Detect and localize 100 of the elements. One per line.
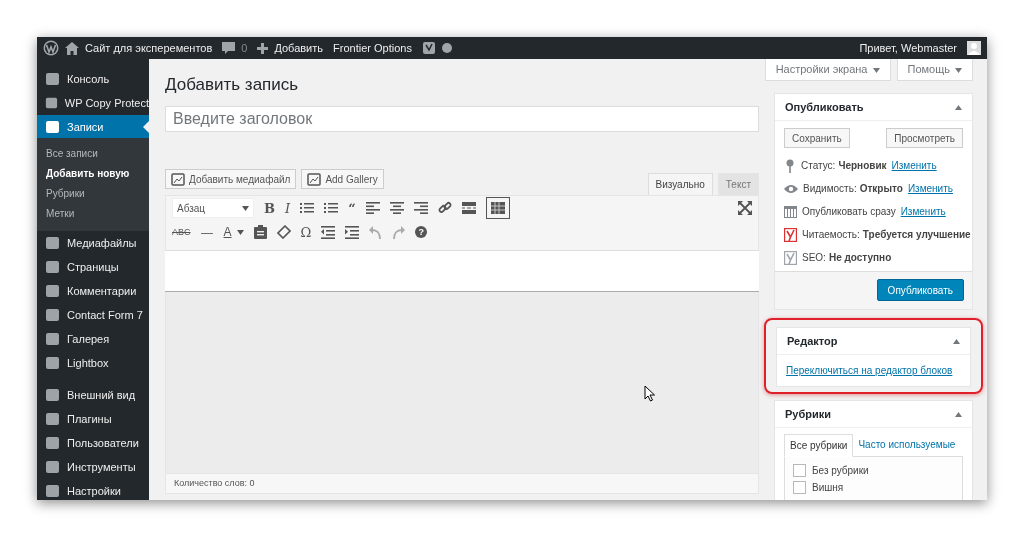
help-button[interactable]: Помощь (896, 59, 973, 81)
checkbox[interactable] (793, 464, 806, 477)
logo-icon[interactable] (43, 40, 59, 56)
greeting-link[interactable]: Привет, Webmaster (859, 42, 957, 54)
toolbar-button[interactable]: “ (348, 200, 356, 216)
eraser-icon[interactable] (276, 225, 291, 239)
sidebar-item[interactable]: Галерея (37, 327, 149, 351)
edit-link[interactable]: Изменить (900, 206, 946, 217)
menu-square-icon (45, 332, 61, 346)
plus-icon[interactable] (257, 42, 269, 54)
link-icon[interactable] (437, 201, 452, 215)
indent-icon[interactable] (345, 225, 360, 239)
status-text: SEO: Не доступно (802, 252, 892, 263)
sidebar-item[interactable]: Записи (37, 115, 149, 138)
speech-bubble-icon[interactable] (222, 41, 236, 55)
read-more-icon[interactable] (461, 202, 476, 214)
submenu-item[interactable]: Все записи (37, 144, 149, 164)
image-icon (307, 172, 322, 186)
image-icon (171, 172, 185, 186)
toolbar-button[interactable]: I (285, 200, 291, 216)
collapse-toggle-icon[interactable] (955, 104, 962, 110)
status-text: Читаемость: Требуется улучшение (802, 229, 971, 240)
panel-title: Редактор (787, 335, 838, 347)
numbered-list-icon[interactable] (324, 202, 339, 214)
editor-tab[interactable]: Текст (717, 173, 759, 195)
sidebar-item[interactable]: Инструменты (37, 455, 149, 479)
strikethrough-button[interactable]: ABC (172, 227, 191, 237)
edit-link[interactable]: Изменить (907, 183, 953, 194)
caret-icon (242, 205, 249, 211)
toolbar-toggle-icon[interactable] (485, 197, 510, 219)
menu-square-icon (45, 484, 61, 498)
sidebar-item[interactable]: Страницы (37, 255, 149, 279)
align-icon[interactable] (365, 202, 380, 214)
comment-count: 0 (241, 42, 248, 54)
status-text: Видимость: Открыто (803, 183, 903, 194)
category-label: Вишня (812, 482, 844, 493)
submenu-item[interactable]: Метки (37, 204, 149, 224)
caret-icon (955, 67, 962, 73)
menu-square-icon (45, 436, 61, 450)
eye-icon (784, 183, 798, 194)
sidebar-item[interactable]: Медиафайлы (37, 231, 149, 255)
category-label: Без рубрики (812, 465, 869, 476)
outdent-icon[interactable] (321, 225, 336, 239)
sidebar-item[interactable]: Contact Form 7 (37, 303, 149, 327)
caret-icon (236, 230, 244, 236)
clipboard-icon[interactable] (253, 225, 267, 239)
menu-square-icon (45, 412, 61, 426)
align-icon[interactable] (413, 202, 428, 214)
new-link[interactable]: Добавить (274, 42, 323, 54)
editor-tab[interactable]: Визуально (647, 173, 713, 195)
sidebar-item[interactable]: WP Copy Protect (37, 91, 149, 115)
toolbar-button[interactable]: B (264, 200, 275, 216)
help-button[interactable]: ? (415, 226, 428, 238)
sidebar-item[interactable]: Плагины (37, 407, 149, 431)
menu-square-icon (45, 388, 61, 402)
save-draft-button[interactable]: Сохранить (784, 128, 850, 148)
media-button[interactable]: Add Gallery (301, 169, 384, 189)
bullet-list-icon[interactable] (300, 202, 315, 214)
collapse-toggle-icon[interactable] (953, 338, 960, 344)
sidebar-item[interactable]: Консоль (37, 67, 149, 91)
menu-square-icon (45, 236, 61, 250)
title-input-field[interactable]: Введите заголовок (165, 106, 759, 132)
menu-square-icon (45, 119, 61, 134)
home-icon[interactable] (65, 41, 79, 55)
sidebar-item[interactable]: Lightbox (37, 351, 149, 375)
align-icon[interactable] (389, 202, 404, 214)
text-color-button[interactable]: A (223, 225, 244, 239)
caret-icon (872, 67, 880, 73)
toolbar-button[interactable]: Ω (300, 224, 312, 240)
status-text: Статус: Черновик (801, 160, 887, 171)
submenu-item[interactable]: Рубрики (37, 184, 149, 204)
toolbar-button[interactable]: — (200, 224, 214, 240)
submenu-item[interactable]: Добавить новую (37, 164, 149, 184)
panel-title: Опубликовать (785, 101, 864, 113)
status-text: Опубликовать сразу (802, 206, 896, 217)
menu-square-icon (45, 308, 61, 322)
preview-button[interactable]: Просмотреть (886, 128, 963, 148)
category-tab[interactable]: Часто используемые (853, 434, 961, 457)
sidebar-item[interactable]: Настройки (37, 479, 149, 500)
publish-button[interactable]: Опубликовать (876, 279, 964, 301)
category-tab[interactable]: Все рубрики (784, 434, 854, 457)
panel-title: Рубрики (785, 408, 831, 420)
sidebar-item[interactable]: Внешний вид (37, 383, 149, 407)
edit-link[interactable]: Изменить (891, 160, 937, 171)
frontier-options-link[interactable]: Frontier Options (333, 42, 412, 54)
menu-square-icon (45, 260, 61, 274)
checkbox[interactable] (793, 481, 806, 494)
format-dropdown[interactable]: Абзац (172, 198, 254, 218)
sidebar-item[interactable]: Пользователи (37, 431, 149, 455)
fullscreen-icon[interactable] (738, 201, 752, 215)
screen-options-button[interactable]: Настройки экрана (764, 59, 891, 81)
block-editor-link[interactable]: Переключиться на редактор блоков (786, 365, 953, 376)
page-title: Добавить запись (165, 75, 300, 95)
sidebar-item[interactable]: Комментарии (37, 279, 149, 303)
shield-icon[interactable] (421, 41, 436, 55)
site-link[interactable]: Сайт для эксперементов (85, 42, 213, 54)
menu-square-icon (45, 72, 61, 86)
media-button[interactable]: Добавить медиафайл (165, 169, 297, 189)
pin-icon (784, 158, 796, 173)
collapse-toggle-icon[interactable] (955, 411, 962, 417)
